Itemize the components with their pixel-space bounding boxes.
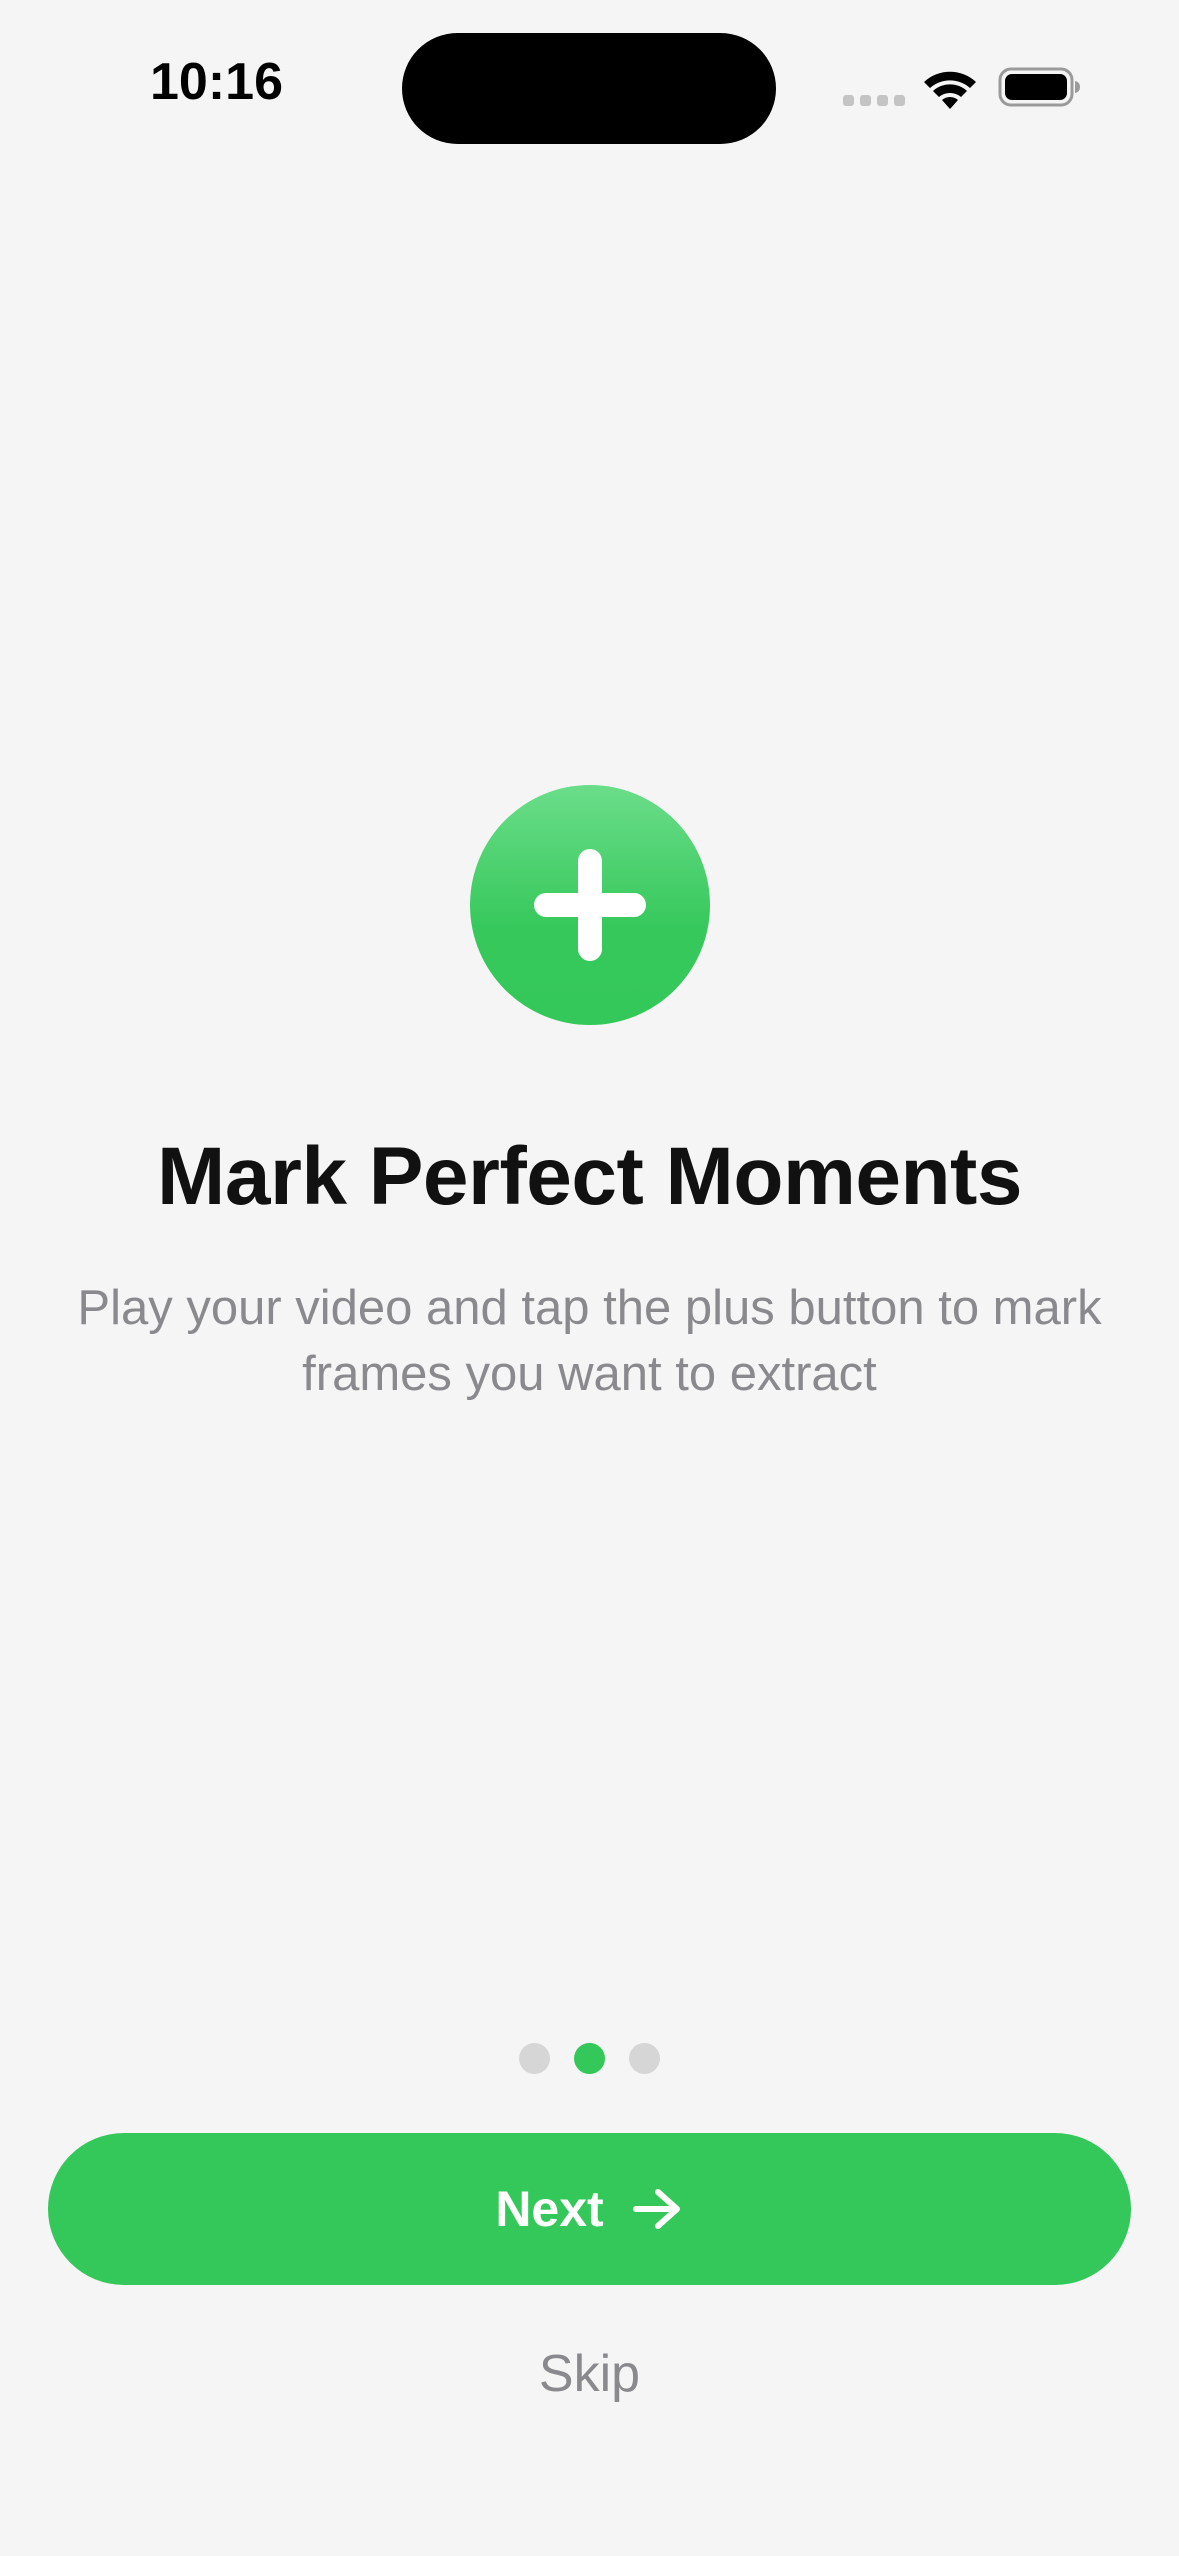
page-dot-1 (519, 2043, 550, 2074)
dynamic-island (402, 33, 776, 144)
wifi-icon (924, 71, 976, 109)
next-button-label: Next (495, 2181, 604, 2237)
signal-icon (843, 95, 905, 107)
page-dot-3 (629, 2043, 660, 2074)
status-time: 10:16 (150, 53, 283, 111)
arrow-right-icon (632, 2189, 680, 2229)
next-button[interactable]: Next (48, 2133, 1131, 2285)
battery-icon (998, 67, 1080, 107)
page-description: Play your video and tap the plus button … (77, 1281, 1102, 1401)
page-dot-2-active (574, 2043, 605, 2074)
status-bar: 10:16 (0, 0, 1179, 170)
page-title: Mark Perfect Moments (157, 1131, 1022, 1222)
page-indicator (519, 2043, 661, 2075)
plus-icon (470, 785, 710, 1025)
skip-button[interactable]: Skip (0, 2344, 1179, 2404)
